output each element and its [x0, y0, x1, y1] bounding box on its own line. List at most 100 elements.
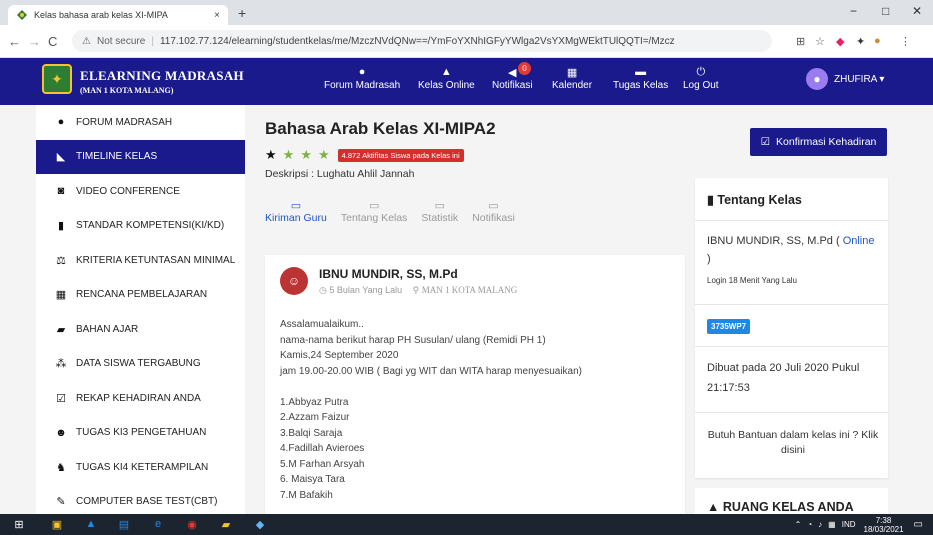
brand[interactable]: ELEARNING MADRASAH (MAN 1 KOTA MALANG): [80, 68, 244, 95]
edge-icon[interactable]: e: [151, 517, 165, 531]
my-classroom-card: ▲ RUANG KELAS ANDA: [695, 488, 888, 514]
chess-knight-icon: ♞: [56, 461, 66, 474]
sidebar-item-kkm[interactable]: ⚖ KRITERIA KETUNTASAN MINIMAL: [36, 243, 245, 278]
nav-kelas-online[interactable]: ▲ Kelas Online: [418, 66, 475, 91]
sidebar-item-standar-kompetensi[interactable]: ▮ STANDAR KOMPETENSI(KI/KD): [36, 209, 245, 244]
tab-tentang-kelas[interactable]: ▭ Tentang Kelas: [341, 200, 408, 224]
sidebar-item-label: FORUM MADRASAH: [76, 116, 173, 128]
sidebar-item-bahan-ajar[interactable]: ▰ BAHAN AJAR: [36, 312, 245, 347]
sidebar-item-label: RENCANA PEMBELAJARAN: [76, 289, 208, 301]
forward-icon[interactable]: →: [28, 34, 41, 49]
tab-statistik[interactable]: ▭ Statistik: [421, 200, 458, 224]
url-text: 117.102.77.124/elearning/studentkelas/me…: [159, 35, 675, 47]
help-link[interactable]: Butuh Bantuan dalam kelas ini ? Klik dis…: [707, 428, 879, 458]
back-icon[interactable]: ←: [8, 34, 21, 49]
user-avatar-icon: ●: [806, 68, 828, 90]
bookmark-star-icon[interactable]: ☆: [815, 35, 825, 48]
power-icon: ⏻: [696, 66, 706, 78]
nav-kalender[interactable]: ▦ Kalender: [552, 66, 592, 91]
created-date: Dibuat pada 20 Juli 2020 Pukul 21:17:53: [707, 362, 860, 394]
caret-down-icon: ▾: [879, 73, 885, 85]
class-code-badge: 3735WP7: [707, 319, 751, 334]
graduation-cap-icon: ▲: [707, 500, 720, 514]
address-bar-row: ← → C ⚠ Not secure | 117.102.77.124/elea…: [0, 25, 933, 58]
language-indicator[interactable]: IND: [842, 520, 856, 529]
windows-start-icon[interactable]: ⊞: [12, 517, 26, 531]
chrome-icon[interactable]: ◉: [185, 517, 199, 531]
activity-badge: 4.872 Aktifitas Siswa pada Kelas ini: [337, 148, 464, 162]
browser-tab[interactable]: Kelas bahasa arab kelas XI-MIPA ×: [8, 5, 228, 25]
app-icon[interactable]: ▣: [50, 517, 64, 531]
edit-icon: ✎: [56, 496, 66, 509]
user-name: ZHUFIRA: [834, 73, 878, 85]
sidebar-item-data-siswa[interactable]: ⁂ DATA SISWA TERGABUNG: [36, 347, 245, 382]
profile-icon[interactable]: ●: [874, 35, 881, 47]
sidebar-item-rencana-pembelajaran[interactable]: ▦ RENCANA PEMBELAJARAN: [36, 278, 245, 313]
store-icon[interactable]: ▲: [84, 517, 98, 531]
card-title-text: RUANG KELAS ANDA: [722, 500, 854, 514]
konfirmasi-kehadiran-button[interactable]: ☑ Konfirmasi Kehadiran: [750, 128, 887, 156]
url-input[interactable]: ⚠ Not secure | 117.102.77.124/elearning/…: [72, 30, 772, 52]
calendar-icon: ▭: [488, 200, 499, 212]
madrasah-logo[interactable]: ✦: [42, 64, 72, 94]
people-icon: ☻: [55, 426, 67, 439]
maximize-icon[interactable]: □: [882, 4, 889, 18]
volume-icon[interactable]: ♪: [818, 520, 822, 529]
close-window-icon[interactable]: ✕: [912, 4, 922, 18]
close-tab-icon[interactable]: ×: [214, 10, 220, 21]
calculator-icon[interactable]: ▤: [117, 517, 131, 531]
calendar-icon: ▭: [368, 200, 380, 212]
app-navbar: ✦ ELEARNING MADRASAH (MAN 1 KOTA MALANG)…: [0, 58, 933, 105]
sidebar-item-label: VIDEO CONFERENCE: [76, 185, 180, 197]
graduation-cap-icon: ▲: [440, 66, 452, 78]
extension-icon[interactable]: ◆: [836, 35, 844, 48]
post-line: 5.M Farhan Arsyah: [280, 458, 365, 470]
keyboard-icon[interactable]: ▦: [828, 520, 836, 529]
notification-center-icon[interactable]: ▭: [914, 519, 923, 530]
tab-notifikasi[interactable]: ▭ Notifikasi: [472, 200, 515, 224]
menu-dots-icon[interactable]: ⋮: [900, 35, 911, 48]
post-author[interactable]: IBNU MUNDIR, SS, M.Pd: [319, 267, 458, 281]
tab-label: Tentang Kelas: [340, 212, 408, 224]
brand-subtitle: (MAN 1 KOTA MALANG): [80, 86, 174, 95]
brand-title: ELEARNING MADRASAH: [80, 68, 244, 83]
post-line: 4.Fadillah Avieroes: [280, 443, 365, 454]
sidebar-item-video-conference[interactable]: ◙ VIDEO CONFERENCE: [36, 174, 245, 209]
author-avatar[interactable]: ☺: [280, 267, 308, 295]
sidebar-item-rekap-kehadiran[interactable]: ☑ REKAP KEHADIRAN ANDA: [36, 381, 245, 416]
url-separator: |: [151, 35, 154, 47]
clock[interactable]: 7:38 18/03/2021: [864, 516, 904, 534]
puzzle-icon[interactable]: ✦: [856, 35, 865, 48]
minimize-icon[interactable]: −: [850, 4, 857, 18]
nav-forum-madrasah[interactable]: ● Forum Madrasah: [324, 66, 400, 91]
nav-log-out[interactable]: ⏻ Log Out: [683, 66, 719, 91]
button-label: Konfirmasi Kehadiran: [776, 136, 877, 148]
check-square-icon: ☑: [56, 392, 66, 405]
my-classroom-title: ▲ RUANG KELAS ANDA: [707, 500, 854, 514]
app-icon[interactable]: ◆: [253, 517, 267, 531]
sidebar-item-tugas-ki4[interactable]: ♞ TUGAS KI4 KETERAMPILAN: [36, 450, 245, 485]
sidebar-item-forum-madrasah[interactable]: ● FORUM MADRASAH: [36, 105, 245, 140]
file-explorer-icon[interactable]: ▰: [219, 517, 233, 531]
user-menu[interactable]: ● ZHUFIRA ▾: [806, 68, 884, 90]
post-line: [280, 379, 582, 395]
nav-label: Notifikasi: [492, 80, 533, 91]
camera-icon: ◙: [57, 185, 65, 198]
translate-icon[interactable]: ⊞: [796, 35, 805, 48]
post-line: Assalamualaikum..: [280, 319, 364, 330]
tab-label: Notifikasi: [472, 212, 515, 224]
sidebar-item-timeline-kelas[interactable]: ◣ TIMELINE KELAS: [36, 139, 245, 174]
os-taskbar: ⊞ ▣ ▲ ▤ e ◉ ▰ ◆ ⌃ ◔ ♪ ▦ IND 7:38 18/03/2…: [0, 514, 933, 535]
network-icon[interactable]: ◔: [807, 520, 812, 529]
reload-icon[interactable]: C: [48, 34, 57, 49]
sidebar-item-label: TUGAS KI3 PENGETAHUAN: [76, 427, 207, 439]
sidebar-item-tugas-ki3[interactable]: ☻ TUGAS KI3 PENGETAHUAN: [36, 416, 245, 451]
tab-kiriman-guru[interactable]: ▭ Kiriman Guru: [265, 200, 327, 224]
post-time: 5 Bulan Yang Lalu: [329, 285, 403, 295]
nav-tugas-kelas[interactable]: ▬ Tugas Kelas: [613, 66, 668, 91]
new-tab-button[interactable]: +: [238, 5, 246, 21]
sidebar-item-label: BAHAN AJAR: [76, 323, 139, 335]
nav-notifikasi[interactable]: ◀ 0 Notifikasi: [492, 62, 533, 91]
post-line: 2.Azzam Faizur: [280, 412, 350, 423]
chevron-up-icon[interactable]: ⌃: [795, 520, 802, 529]
